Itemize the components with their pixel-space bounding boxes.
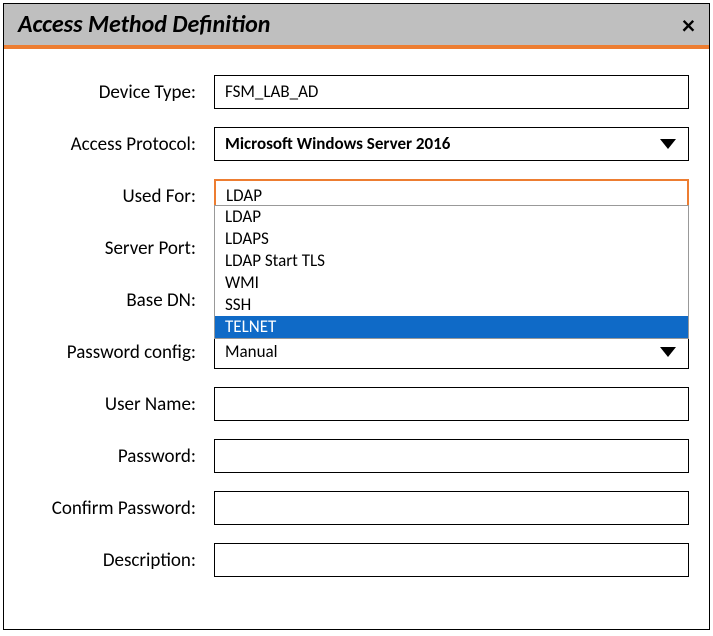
dropdown-option-telnet[interactable]: TELNET [215, 316, 688, 338]
user-name-input[interactable] [214, 387, 689, 421]
dropdown-option-ldaps[interactable]: LDAPS [215, 228, 688, 250]
label-confirm-password: Confirm Password: [24, 497, 214, 520]
form-body: Device Type: FSM_LAB_AD Access Protocol:… [4, 49, 709, 615]
label-user-name: User Name: [24, 393, 214, 416]
row-device-type: Device Type: FSM_LAB_AD [24, 75, 689, 109]
access-protocol-value: Microsoft Windows Server 2016 [225, 127, 450, 161]
access-method-dialog: Access Method Definition × Device Type: … [3, 3, 710, 630]
label-description: Description: [24, 549, 214, 572]
description-input[interactable] [214, 543, 689, 577]
label-password: Password: [24, 445, 214, 468]
close-icon[interactable]: × [682, 12, 695, 38]
label-base-dn: Base DN: [24, 289, 214, 312]
password-input[interactable] [214, 439, 689, 473]
dropdown-option-ldap-start-tls[interactable]: LDAP Start TLS [215, 250, 688, 272]
dropdown-option-ssh[interactable]: SSH [215, 294, 688, 316]
row-user-name: User Name: [24, 387, 689, 421]
row-access-protocol: Access Protocol: Microsoft Windows Serve… [24, 127, 689, 161]
dialog-title: Access Method Definition [18, 10, 270, 39]
password-config-value: Manual [225, 335, 278, 369]
row-confirm-password: Confirm Password: [24, 491, 689, 525]
used-for-dropdown[interactable]: LDAP LDAPS LDAP Start TLS WMI SSH TELNET [214, 205, 689, 339]
password-config-select[interactable]: Manual [214, 335, 689, 369]
chevron-down-icon [660, 139, 676, 149]
access-protocol-select[interactable]: Microsoft Windows Server 2016 [214, 127, 689, 161]
label-device-type: Device Type: [24, 81, 214, 104]
row-password: Password: [24, 439, 689, 473]
titlebar: Access Method Definition × [4, 4, 709, 49]
label-server-port: Server Port: [24, 237, 214, 260]
label-access-protocol: Access Protocol: [24, 133, 214, 156]
device-type-value: FSM_LAB_AD [225, 75, 318, 109]
row-password-config: Password config: Manual [24, 335, 689, 369]
label-password-config: Password config: [24, 341, 214, 364]
confirm-password-input[interactable] [214, 491, 689, 525]
dropdown-option-wmi[interactable]: WMI [215, 272, 688, 294]
row-description: Description: [24, 543, 689, 577]
device-type-field[interactable]: FSM_LAB_AD [214, 75, 689, 109]
dropdown-option-ldap[interactable]: LDAP [215, 206, 688, 228]
label-used-for: Used For: [24, 185, 214, 208]
chevron-down-icon [660, 347, 676, 357]
